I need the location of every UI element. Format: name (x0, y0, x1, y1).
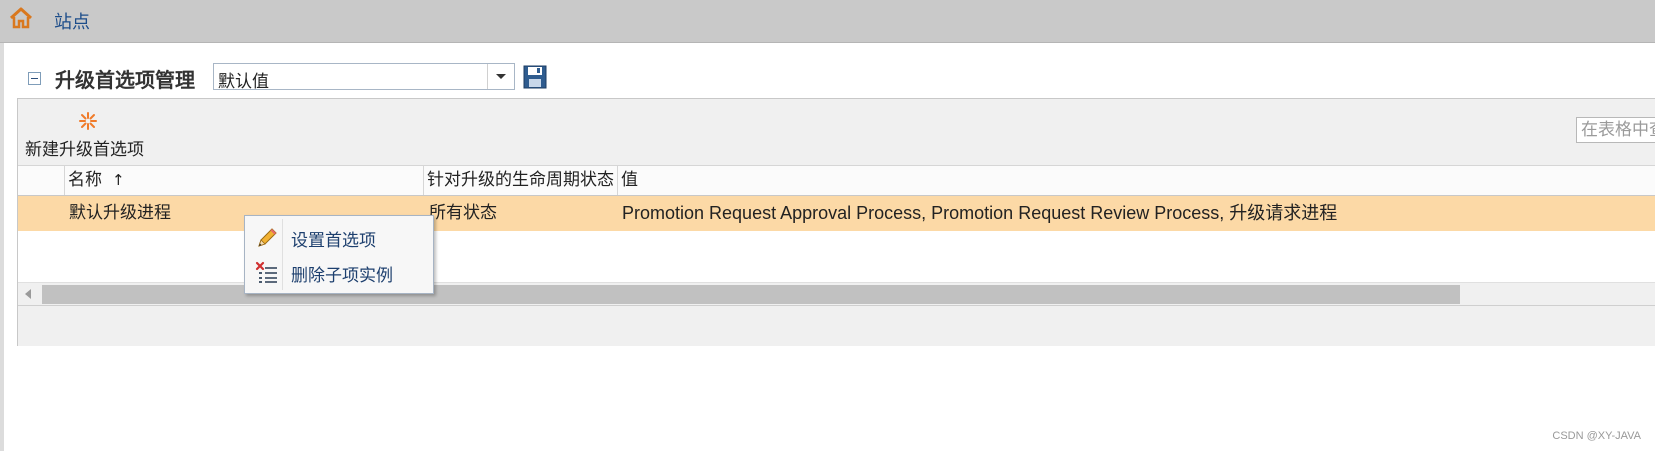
grid-footer (18, 305, 1655, 346)
pencil-icon (255, 226, 279, 250)
scroll-left-arrow-icon[interactable] (22, 288, 34, 300)
row-name: 默认升级进程 (69, 203, 171, 223)
collapse-icon[interactable] (28, 72, 41, 85)
context-menu: 设置首选项 删除子项实例 (244, 215, 434, 294)
column-header-name-label: 名称 (68, 170, 102, 190)
top-bar: 站点 (0, 0, 1655, 43)
row-value: Promotion Request Approval Process, Prom… (622, 203, 1338, 223)
menu-item-delete-children[interactable]: 删除子项实例 (247, 255, 431, 289)
new-preference-button[interactable]: 新建升级首选项 (25, 135, 144, 160)
sort-ascending-icon: ↑ (112, 171, 125, 189)
chevron-down-icon[interactable] (487, 64, 514, 89)
save-icon[interactable] (523, 65, 547, 89)
menu-item-set-preference[interactable]: 设置首选项 (247, 220, 431, 254)
delete-children-icon (255, 261, 279, 285)
page-title: 升级首选项管理 (55, 68, 195, 92)
watermark: CSDN @XY-JAVA (1552, 430, 1641, 442)
menu-item-set-preference-label: 设置首选项 (291, 231, 376, 251)
grid-toolbar: 新建升级首选项 (18, 99, 1655, 165)
left-edge (0, 43, 4, 451)
column-header-lifecycle-state[interactable]: 针对升级的生命周期状态 (424, 166, 618, 195)
menu-item-delete-children-label: 删除子项实例 (291, 266, 393, 286)
row-lifecycle-state: 所有状态 (429, 203, 497, 223)
context-select[interactable]: 默认值 (213, 63, 515, 92)
column-header-name[interactable]: 名称 ↑ (65, 166, 424, 195)
table-search-input[interactable] (1576, 117, 1655, 143)
column-header-value[interactable]: 值 (618, 166, 1655, 195)
home-icon[interactable] (8, 5, 34, 31)
column-header-select[interactable] (18, 166, 65, 195)
context-select-value: 默认值 (218, 72, 269, 92)
site-link[interactable]: 站点 (54, 8, 90, 34)
new-item-icon[interactable] (78, 111, 98, 131)
column-header-row: 名称 ↑ 针对升级的生命周期状态 值 (18, 165, 1655, 197)
